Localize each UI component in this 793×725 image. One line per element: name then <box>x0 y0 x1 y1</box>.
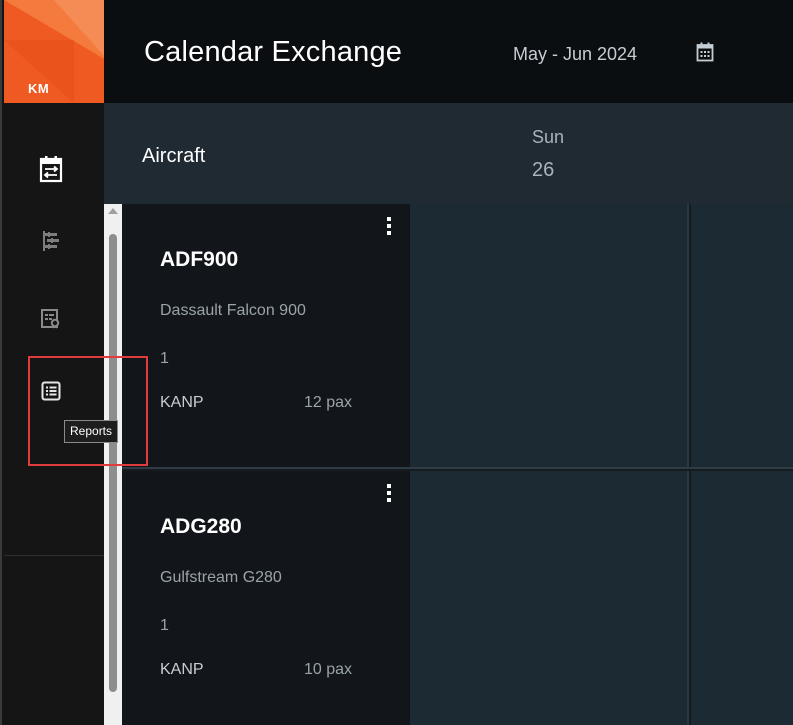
aircraft-tail-number: ADG280 <box>160 515 242 538</box>
day-name: Sun <box>532 127 565 147</box>
aircraft-model: Dassault Falcon 900 <box>160 302 306 319</box>
aircraft-card[interactable]: ADG280 Gulfstream G280 1 KANP 10 pax <box>122 471 410 725</box>
scrollbar-thumb[interactable] <box>109 234 117 692</box>
side-navigation: KM <box>0 0 106 725</box>
reports-tooltip: Reports <box>64 420 119 443</box>
aircraft-capacity: 10 pax <box>304 661 353 678</box>
day-number: 26 <box>532 159 555 181</box>
page-title: Calendar Exchange <box>144 36 403 68</box>
nav-item-hierarchy[interactable] <box>34 224 68 258</box>
company-logo[interactable]: KM <box>4 0 106 103</box>
aircraft-count: 1 <box>160 617 169 634</box>
vertical-scrollbar[interactable] <box>104 204 122 725</box>
aircraft-tail-number: ADF900 <box>160 248 239 271</box>
calendar-cell[interactable] <box>410 471 689 725</box>
list-search-icon <box>41 309 60 329</box>
report-list-icon <box>41 381 61 401</box>
scroll-up-arrow-icon[interactable] <box>108 208 118 214</box>
aircraft-card[interactable]: ADF900 Dassault Falcon 900 1 KANP 12 pax <box>122 204 410 467</box>
aircraft-capacity: 12 pax <box>304 394 353 411</box>
nav-item-calendar-exchange[interactable] <box>34 152 68 186</box>
table-row: ADF900 Dassault Falcon 900 1 KANP 12 pax <box>122 204 793 469</box>
calendar-cell[interactable] <box>410 204 689 467</box>
app-header: Calendar Exchange May - Jun 2024 <box>104 0 793 103</box>
nav-divider <box>4 555 106 556</box>
aircraft-count: 1 <box>160 350 169 367</box>
calendar-cell[interactable] <box>691 204 793 467</box>
aircraft-base: KANP <box>160 394 204 411</box>
app-window: KM Calendar Exchange May - Jun 2024 Airc… <box>0 0 793 725</box>
nav-item-search-records[interactable] <box>34 302 68 336</box>
aircraft-rows: ADF900 Dassault Falcon 900 1 KANP 12 pax… <box>122 204 793 725</box>
tree-list-icon <box>43 231 59 251</box>
aircraft-model: Gulfstream G280 <box>160 569 282 586</box>
date-range-label[interactable]: May - Jun 2024 <box>513 44 637 65</box>
logo-initials: KM <box>28 81 50 96</box>
grid-column-header: Aircraft Sun 26 <box>104 103 793 204</box>
nav-item-reports[interactable] <box>34 374 68 408</box>
calendar-exchange-icon <box>39 156 63 183</box>
table-row: ADG280 Gulfstream G280 1 KANP 10 pax <box>122 471 793 725</box>
aircraft-column-label: Aircraft <box>142 145 206 167</box>
more-options-icon[interactable] <box>381 217 397 243</box>
more-options-icon[interactable] <box>381 484 397 510</box>
calendar-icon[interactable] <box>696 42 714 62</box>
calendar-cell[interactable] <box>691 471 793 725</box>
aircraft-base: KANP <box>160 661 204 678</box>
